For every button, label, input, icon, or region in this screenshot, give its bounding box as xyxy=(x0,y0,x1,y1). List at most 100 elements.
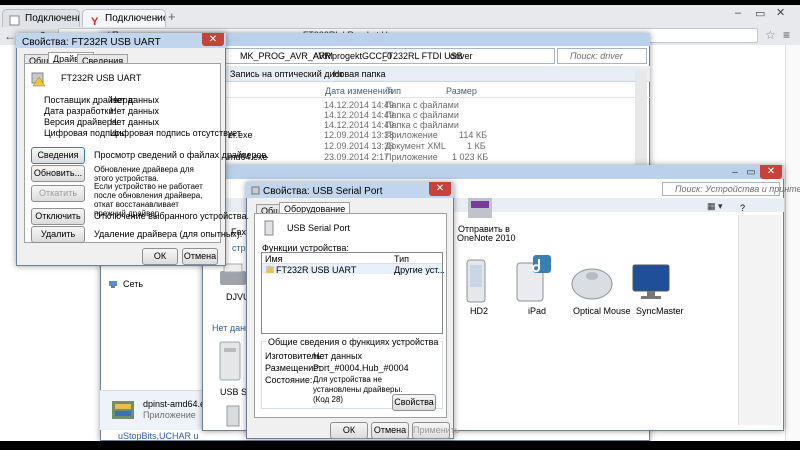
menu-icon[interactable]: ≡ xyxy=(783,28,790,42)
list-item[interactable]: md64.exe 23.09.2014 2:17 Приложение 1 02… xyxy=(225,152,645,162)
details-button[interactable]: Сведения xyxy=(31,147,85,164)
disable-button[interactable]: Отключить xyxy=(31,208,85,225)
warning-device-icon xyxy=(266,265,274,273)
status-label: Состояние: xyxy=(265,375,313,385)
breadcrumb-item[interactable]: AVR xyxy=(313,51,331,61)
list-item[interactable]: er.exe 12.09.2014 13:38 Приложение 114 К… xyxy=(225,130,645,140)
browser-tab-2[interactable]: Y Подключение avt мк × xyxy=(82,9,166,27)
minimize-icon[interactable]: – xyxy=(735,7,741,19)
page-icon xyxy=(9,15,20,26)
browser-tab-1[interactable]: Подключение avt мик xyxy=(2,9,80,27)
list-item[interactable]: 12.09.2014 13:38 Документ XML 1 КБ xyxy=(225,141,645,151)
network-icon xyxy=(108,279,118,289)
manufacturer-value: Нет данных xyxy=(313,351,362,361)
usb-device-icon[interactable] xyxy=(214,340,246,382)
close-icon[interactable]: ✕ xyxy=(760,165,782,179)
functions-header xyxy=(262,253,442,264)
list-item[interactable]: 14.12.2014 14:49 Папка с файлами xyxy=(225,120,645,130)
phone-icon[interactable] xyxy=(462,258,490,304)
cancel-button[interactable]: Отмена xyxy=(182,248,218,265)
device-label-ipad[interactable]: iPad xyxy=(528,306,546,316)
warning-device-icon xyxy=(30,71,46,87)
device-label-syncmaster[interactable]: SyncMaster xyxy=(636,306,684,316)
devices-search-input[interactable]: Поиск: Устройства и принте xyxy=(675,184,800,194)
mouse-icon[interactable] xyxy=(568,262,616,302)
close-icon[interactable]: ✕ xyxy=(202,33,224,46)
installer-icon xyxy=(110,399,136,421)
apply-button: Применить xyxy=(412,422,460,439)
breadcrumb-item[interactable]: driver xyxy=(450,51,473,61)
file-list: 14.12.2014 14:49 Папка с файлами 14.12.2… xyxy=(225,100,645,162)
driver-version-label: Версия драйвера: xyxy=(44,117,120,127)
details-desc: Просмотр сведений о файлах драйверов. xyxy=(94,150,269,160)
new-tab-icon[interactable]: + xyxy=(168,9,184,25)
column-size[interactable]: Размер xyxy=(446,86,477,96)
device-label-onenote-2[interactable]: OneNote 2010 xyxy=(457,233,516,243)
details-file-type: Приложение xyxy=(143,410,196,420)
uninstall-desc: Удаление драйвера (для опытных). xyxy=(94,229,243,239)
close-tab-icon[interactable]: × xyxy=(154,13,160,24)
usb-device-icon xyxy=(262,220,276,236)
update-button[interactable]: Обновить... xyxy=(31,165,85,182)
ft-dialog-title: Свойства: FT232R USB UART xyxy=(22,37,161,48)
new-folder-button[interactable]: Новая папка xyxy=(333,69,385,79)
ok-button[interactable]: ОК xyxy=(330,422,368,439)
driver-date-value: Нет данных xyxy=(110,106,159,116)
svg-text:Y: Y xyxy=(91,16,99,26)
ft-device-name: FT232R USB UART xyxy=(61,73,142,83)
status-value: Для устройства не установлены драйверы. … xyxy=(313,375,403,404)
cancel-button[interactable]: Отмена xyxy=(371,422,409,439)
ipad-icon[interactable] xyxy=(513,253,553,303)
function-name: FT232R USB UART xyxy=(276,265,357,275)
maximize-icon[interactable]: ▭ xyxy=(755,7,765,20)
page-scroll-area xyxy=(785,45,800,441)
minimize-icon[interactable]: – xyxy=(728,166,742,180)
view-options-icon[interactable]: ▦ ▾ xyxy=(707,201,723,212)
column-name[interactable]: Имя xyxy=(265,254,283,264)
explorer-scrollbar[interactable] xyxy=(635,70,647,170)
tab-hardware[interactable]: Оборудование xyxy=(279,202,351,214)
function-type: Другие уст... xyxy=(394,265,445,275)
properties-button[interactable]: Свойства xyxy=(392,394,436,411)
close-window-icon[interactable]: ✕ xyxy=(776,6,785,19)
column-type[interactable]: Тип xyxy=(386,86,401,96)
onenote-icon[interactable] xyxy=(466,196,494,222)
footer-link[interactable]: uStopBits,UCHAR u xyxy=(118,431,199,441)
list-item[interactable]: 14.12.2014 14:49 Папка с файлами xyxy=(225,110,645,120)
usb-dialog-title: Свойства: USB Serial Port xyxy=(263,186,383,197)
device-label-hd2[interactable]: HD2 xyxy=(470,306,488,316)
devices-scrollbar[interactable] xyxy=(738,215,782,425)
rollback-button: Откатить xyxy=(31,185,85,202)
ok-button[interactable]: ОК xyxy=(142,248,178,265)
star-icon[interactable]: ☆ xyxy=(765,28,776,42)
usb-device-name: USB Serial Port xyxy=(287,223,351,233)
column-type[interactable]: Тип xyxy=(394,254,409,264)
driver-vendor-value: Нет данных xyxy=(110,95,159,105)
device-icon xyxy=(251,186,260,195)
driver-version-value: Нет данных xyxy=(110,117,159,127)
yandex-icon: Y xyxy=(89,15,100,26)
monitor-icon[interactable] xyxy=(631,263,671,301)
uninstall-button[interactable]: Удалить xyxy=(31,226,85,243)
device-label-optical-mouse[interactable]: Optical Mouse xyxy=(573,306,631,316)
maximize-icon[interactable]: ▭ xyxy=(744,166,758,180)
column-date[interactable]: Дата изменения xyxy=(325,86,393,96)
general-info-label: Общие сведения о функциях устройства xyxy=(266,337,441,347)
driver-date-label: Дата разработки: xyxy=(44,106,117,116)
pc-tower-icon xyxy=(222,405,244,427)
burn-button[interactable]: Запись на оптический диск xyxy=(230,69,343,79)
devices-section-label[interactable]: Нет данн xyxy=(212,323,250,333)
devices-titlebar xyxy=(202,165,784,179)
location-value: Port_#0004.Hub_#0004 xyxy=(313,363,409,373)
tab-title: Подключение avt мик xyxy=(25,13,79,24)
signature-value: Цифровая подпись отсутствует xyxy=(110,128,241,138)
close-icon[interactable]: ✕ xyxy=(429,182,451,196)
list-item[interactable]: 14.12.2014 14:49 Папка с файлами xyxy=(225,100,645,110)
help-icon[interactable]: ? xyxy=(740,203,745,213)
explorer-search-input[interactable]: Поиск: driver xyxy=(570,51,623,61)
update-desc: Обновление драйвера для этого устройства… xyxy=(94,165,194,183)
letterbox-bottom xyxy=(0,441,800,450)
sidebar-item-network[interactable]: Сеть xyxy=(123,279,143,289)
column-header-row xyxy=(225,82,650,98)
disable-desc: Отключение выбранного устройства. xyxy=(94,211,249,221)
